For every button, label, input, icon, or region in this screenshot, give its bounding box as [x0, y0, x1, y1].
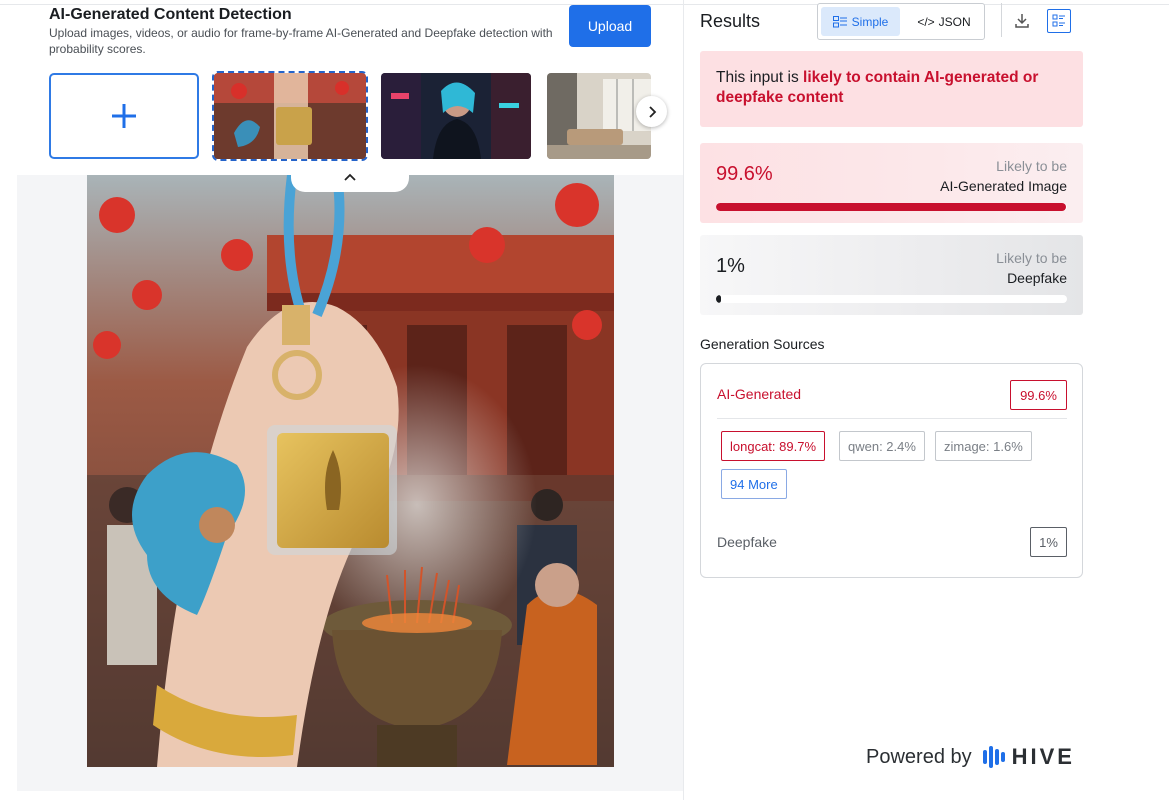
page-subtitle: Upload images, videos, or audio for fram… [49, 26, 553, 56]
details-view-button[interactable] [1047, 9, 1071, 33]
ai-score-value: 99.6% [716, 163, 773, 185]
ai-score-bar [716, 203, 1067, 211]
simple-view-button[interactable]: Simple [821, 7, 900, 36]
deepfake-score-label: Likely to be Deepfake [996, 248, 1067, 288]
generation-sources-panel: AI-Generated 99.6% longcat: 89.7% qwen: … [700, 363, 1083, 578]
view-toggle: Simple </> JSON [817, 3, 985, 40]
verdict-prefix: This input is [716, 69, 804, 86]
download-button[interactable] [1010, 9, 1034, 33]
deepfake-score-label-bottom: Deepfake [1007, 270, 1067, 286]
next-thumbnail-button[interactable] [636, 96, 667, 127]
gen-ai-badge: 99.6% [1010, 380, 1067, 410]
gen-deepfake-label: Deepfake [717, 534, 777, 550]
source-chip-qwen: qwen: 2.4% [839, 431, 925, 461]
upload-panel: AI-Generated Content Detection Upload im… [0, 0, 684, 800]
code-icon: </> [917, 14, 935, 29]
powered-by-text: Powered by [866, 745, 972, 768]
results-title: Results [700, 11, 761, 31]
gen-ai-label: AI-Generated [717, 386, 802, 402]
ai-generated-score-card: 99.6% Likely to be AI-Generated Image [700, 143, 1083, 223]
hive-logo-icon [982, 746, 1005, 768]
add-media-button[interactable] [49, 73, 199, 159]
ai-score-label-top: Likely to be [996, 158, 1067, 174]
thumbnail-image [381, 73, 531, 159]
source-chip-longcat: longcat: 89.7% [721, 431, 826, 461]
gen-deepfake-badge: 1% [1030, 527, 1067, 557]
deepfake-score-value: 1% [716, 255, 745, 277]
gen-divider [717, 418, 1067, 419]
thumbnail-temple-keychain[interactable] [212, 71, 368, 161]
deepfake-score-bar-fill [716, 295, 722, 303]
hive-logo: HIVE [982, 744, 1075, 770]
verdict-banner: This input is likely to contain AI-gener… [700, 51, 1083, 127]
preview-image [87, 175, 614, 767]
chevron-right-icon [648, 105, 656, 118]
more-sources-button[interactable]: 94 More [721, 469, 787, 499]
chevron-up-icon [344, 173, 356, 181]
thumbnail-cyberpunk-woman[interactable] [381, 73, 531, 159]
thumbnail-image [547, 73, 651, 159]
deepfake-score-label-top: Likely to be [996, 250, 1067, 266]
powered-by-footer: Powered by HIVE [866, 744, 1075, 770]
details-list-icon [1052, 14, 1065, 27]
plus-icon [112, 104, 136, 128]
source-chip-zimage: zimage: 1.6% [935, 431, 1032, 461]
ai-score-bar-fill [716, 203, 1066, 211]
page-title: AI-Generated Content Detection [49, 6, 292, 23]
generation-sources-title: Generation Sources [700, 336, 825, 352]
hive-brand-text: HIVE [1011, 744, 1075, 769]
ai-score-label: Likely to be AI-Generated Image [940, 156, 1067, 196]
upload-button[interactable]: Upload [569, 5, 651, 47]
collapse-thumbnails-button[interactable] [291, 162, 409, 192]
json-view-button[interactable]: </> JSON [908, 7, 980, 36]
json-view-label: JSON [938, 14, 971, 29]
thumbnail-interior-room[interactable] [547, 73, 651, 159]
download-icon [1015, 14, 1029, 28]
deepfake-score-bar [716, 295, 1067, 303]
thumbnail-image [214, 73, 366, 159]
toolbar-divider [1001, 3, 1002, 37]
deepfake-score-card: 1% Likely to be Deepfake [700, 235, 1083, 315]
list-view-icon [832, 15, 847, 27]
ai-score-label-bottom: AI-Generated Image [940, 178, 1067, 194]
simple-view-label: Simple [851, 14, 889, 29]
